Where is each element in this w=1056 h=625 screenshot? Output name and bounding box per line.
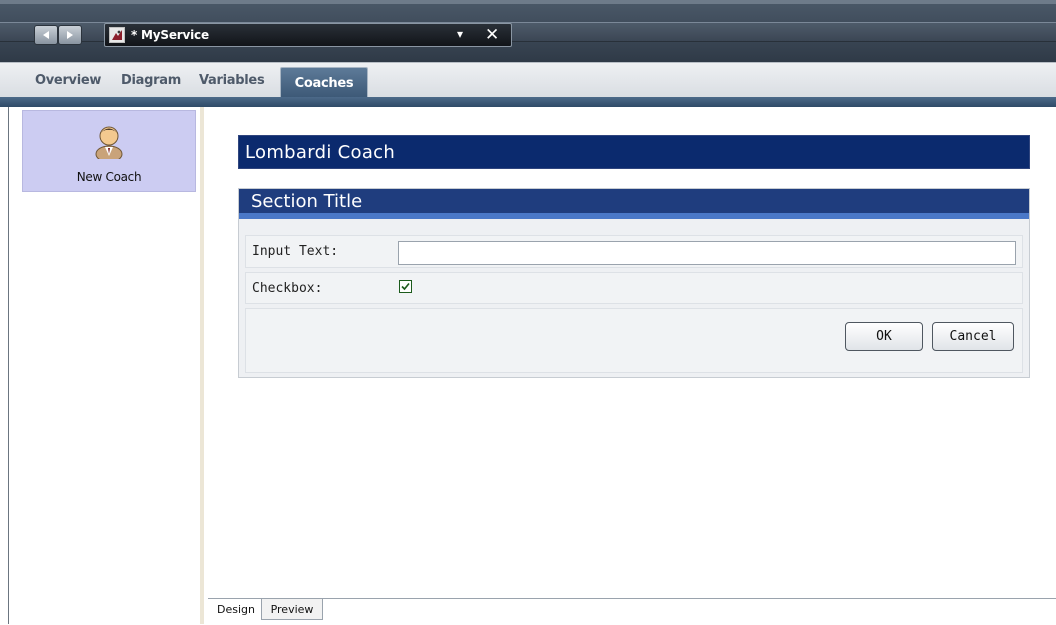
coach-section: Section Title Input Text: Checkbox: OK C…: [238, 188, 1030, 378]
coach-header: Lombardi Coach: [238, 135, 1030, 169]
back-button[interactable]: [34, 25, 58, 45]
editor-tab-strip: Overview Diagram Variables Coaches: [0, 62, 1056, 98]
checkmark-icon: [401, 282, 410, 291]
tab-underline: [0, 97, 1056, 107]
tab-coaches[interactable]: Coaches: [280, 67, 368, 98]
coach-title: Lombardi Coach: [245, 142, 396, 163]
service-icon: [109, 27, 125, 43]
tab-overview[interactable]: Overview: [35, 73, 101, 88]
document-title: * MyService: [131, 28, 209, 42]
forward-button[interactable]: [58, 25, 82, 45]
ok-button[interactable]: OK: [845, 322, 923, 351]
tab-design[interactable]: Design: [211, 599, 262, 620]
forward-arrow-icon: [67, 31, 73, 39]
palette-item-new-coach[interactable]: New Coach: [22, 110, 196, 192]
tab-diagram[interactable]: Diagram: [121, 73, 181, 88]
document-tab[interactable]: * MyService ▾ ✕: [104, 23, 512, 47]
palette-item-label: New Coach: [76, 170, 142, 184]
workspace: New Coach Lombardi Coach Section Title I…: [8, 107, 1056, 625]
section-header-accent: [239, 213, 1029, 219]
user-icon: [95, 126, 123, 159]
input-row: Input Text:: [245, 235, 1023, 268]
close-icon[interactable]: ✕: [485, 24, 499, 46]
title-bar: * MyService ▾ ✕: [0, 0, 1056, 62]
checkbox[interactable]: [399, 280, 412, 293]
section-header: Section Title: [239, 189, 1029, 219]
design-canvas: Lombardi Coach Section Title Input Text:…: [208, 107, 1056, 625]
button-row: OK Cancel: [245, 308, 1023, 373]
section-title: Section Title: [251, 191, 363, 212]
coach-palette: New Coach: [9, 107, 204, 624]
checkbox-label: Checkbox:: [252, 281, 323, 296]
checkbox-row: Checkbox:: [245, 272, 1023, 304]
cancel-button[interactable]: Cancel: [932, 322, 1014, 351]
dropdown-arrow-icon[interactable]: ▾: [457, 27, 463, 41]
input-text-field[interactable]: [398, 241, 1016, 265]
title-bar-topline: [0, 0, 1056, 4]
view-tabs: Design Preview: [208, 598, 1056, 625]
input-text-label: Input Text:: [252, 244, 339, 259]
tab-preview[interactable]: Preview: [262, 599, 323, 620]
back-arrow-icon: [43, 31, 49, 39]
tab-variables[interactable]: Variables: [199, 73, 265, 88]
